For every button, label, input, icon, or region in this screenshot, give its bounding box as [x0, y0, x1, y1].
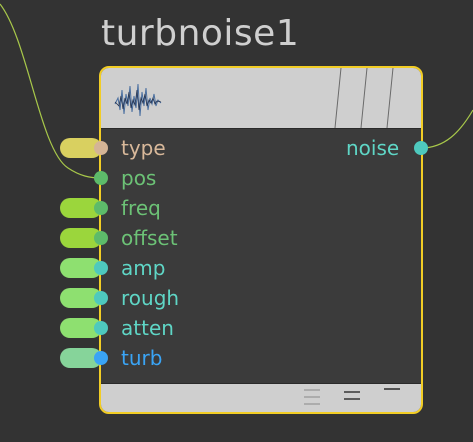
rough-port-label: rough	[121, 286, 180, 310]
output-wire-noise[interactable]	[420, 109, 473, 149]
freq-port-dot[interactable]	[94, 201, 108, 215]
atten-port-label: atten	[121, 316, 174, 340]
turb-port-dot[interactable]	[94, 351, 108, 365]
waveform-icon	[114, 83, 162, 117]
noise-port-label: noise	[346, 136, 400, 160]
offset-port-label: offset	[121, 226, 178, 250]
pos-port-dot[interactable]	[94, 171, 108, 185]
node-header[interactable]	[101, 68, 421, 129]
amp-port-label: amp	[121, 256, 166, 280]
bypass-flag-icon[interactable]	[304, 389, 320, 405]
template-flag-icon[interactable]	[344, 391, 360, 400]
pos-port-label: pos	[121, 166, 157, 190]
turb-port-label: turb	[121, 346, 163, 370]
footer-flags	[304, 388, 400, 405]
offset-port-dot[interactable]	[94, 231, 108, 245]
type-port-label: type	[121, 136, 166, 160]
node-footer[interactable]	[101, 383, 421, 412]
type-port-dot[interactable]	[94, 141, 108, 155]
node-title[interactable]: turbnoise1	[101, 10, 299, 58]
freq-port-label: freq	[121, 196, 161, 220]
header-flag-stripes[interactable]	[331, 68, 421, 128]
rough-port-dot[interactable]	[94, 291, 108, 305]
atten-port-dot[interactable]	[94, 321, 108, 335]
amp-port-dot[interactable]	[94, 261, 108, 275]
network-canvas[interactable]: turbnoise1 type pos freq offset amp roug…	[0, 0, 473, 442]
noise-port-dot[interactable]	[414, 141, 428, 155]
